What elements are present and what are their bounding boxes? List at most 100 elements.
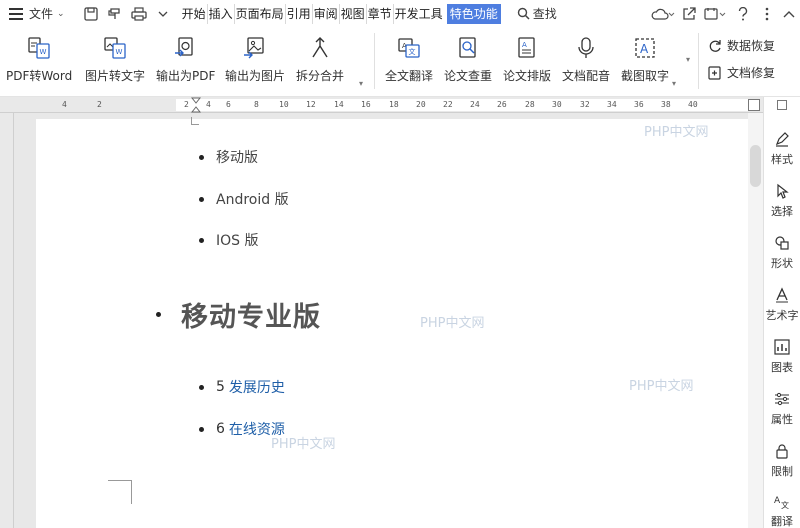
full-translate-button[interactable]: A文 全文翻译 xyxy=(385,35,433,84)
svg-text:文: 文 xyxy=(409,47,416,56)
section-heading[interactable]: 移动专业版 xyxy=(156,295,321,334)
tab-sections[interactable]: 章节 xyxy=(367,3,394,24)
ruler-tick: 4 xyxy=(62,100,67,109)
margin-corner xyxy=(191,117,199,125)
ruler-tick: 34 xyxy=(607,100,617,109)
sidebar-item-chart[interactable]: 图表 xyxy=(764,337,800,375)
tab-developer[interactable]: 开发工具 xyxy=(394,4,444,24)
sidebar-item-label: 样式 xyxy=(771,153,793,166)
ruler-tick: 12 xyxy=(306,100,316,109)
horizontal-ruler[interactable]: 4 2 2 4 6 8 10 12 14 16 18 20 22 24 26 2… xyxy=(0,97,763,113)
search-label: 查找 xyxy=(532,7,557,21)
list-item[interactable]: Android 版 xyxy=(199,189,289,209)
ruler-tick: 32 xyxy=(580,100,590,109)
ruler-tick: 38 xyxy=(661,100,671,109)
paper-layout-button[interactable]: A 论文排版 xyxy=(503,35,551,84)
chart-icon xyxy=(772,337,792,357)
save-icon[interactable] xyxy=(79,2,103,26)
sidebar-item-label: 翻译 xyxy=(771,515,793,528)
svg-text:W: W xyxy=(40,48,47,56)
export-pdf-button[interactable]: 输出为PDF xyxy=(156,35,215,84)
split-merge-icon xyxy=(307,35,333,61)
ruler-tick: 40 xyxy=(688,100,698,109)
svg-text:A: A xyxy=(640,42,649,56)
list-item[interactable]: 移动版 xyxy=(199,147,258,167)
search-button[interactable]: 查找 xyxy=(517,5,557,22)
sidebar-item-shape[interactable]: 形状 xyxy=(764,233,800,271)
link-number: 6 xyxy=(216,421,225,437)
tab-page-layout[interactable]: 页面布局 xyxy=(235,3,286,24)
svg-text:文: 文 xyxy=(781,500,789,509)
help-icon[interactable] xyxy=(730,3,756,25)
pdf-to-word-label: PDF转Word xyxy=(6,69,73,83)
collapse-ribbon-icon[interactable] xyxy=(778,3,800,25)
screenshot-ocr-label: 截图取字 xyxy=(621,69,670,83)
ruler-toggle-icon[interactable] xyxy=(748,99,760,111)
list-item[interactable]: IOS 版 xyxy=(199,230,259,250)
data-recovery-button[interactable]: 数据恢复 xyxy=(708,37,775,54)
sidebar-item-translate[interactable]: A文 翻译 xyxy=(764,491,800,528)
ruler-tick: 4 xyxy=(206,100,211,109)
more-chevron-icon[interactable] xyxy=(151,2,175,26)
sidebar-item-select[interactable]: 选择 xyxy=(764,181,800,219)
pdf-to-word-button[interactable]: W PDF转Word xyxy=(6,35,72,84)
menu-icon[interactable] xyxy=(9,7,23,20)
image-to-text-button[interactable]: W 图片转文字 xyxy=(85,35,145,84)
sidebar-item-style[interactable]: 样式 xyxy=(764,129,800,167)
doc-voice-button[interactable]: 文档配音 xyxy=(562,35,610,84)
sidebar-item-label: 形状 xyxy=(771,257,793,270)
ruler-tick: 28 xyxy=(525,100,535,109)
sidebar-item-wordart[interactable]: 艺术字 xyxy=(764,285,800,323)
chevron-down-icon[interactable]: ⌄ xyxy=(57,9,65,19)
doc-voice-label: 文档配音 xyxy=(562,69,611,83)
indent-marker-icon[interactable] xyxy=(191,97,201,113)
microphone-icon xyxy=(573,35,599,61)
cursor-icon xyxy=(772,181,792,201)
paper-check-button[interactable]: 论文查重 xyxy=(444,35,492,84)
ribbon-group-dropdown-icon[interactable]: ▾ xyxy=(686,55,690,64)
tab-references[interactable]: 引用 xyxy=(286,3,313,24)
translate-icon: A文 xyxy=(772,491,792,511)
heading-text: 移动专业版 xyxy=(181,302,321,333)
image-to-text-icon: W xyxy=(102,35,128,61)
tab-view[interactable]: 视图 xyxy=(340,3,367,24)
quick-access-toolbar xyxy=(79,2,175,26)
pen-icon xyxy=(772,129,792,149)
tab-special-features[interactable]: 特色功能 xyxy=(446,3,501,24)
document-page[interactable]: 移动版 Android 版 IOS 版 移动专业版 5 发展历史 6 在线资源 PH… xyxy=(36,117,748,528)
export-image-button[interactable]: 输出为图片 xyxy=(225,35,285,84)
data-recovery-label: 数据恢复 xyxy=(727,39,776,53)
file-menu[interactable]: 文件 xyxy=(29,5,53,22)
link-item[interactable]: 5 发展历史 xyxy=(199,377,285,397)
doc-repair-button[interactable]: 文档修复 xyxy=(708,64,775,81)
share-icon[interactable] xyxy=(678,3,700,25)
more-options-icon[interactable] xyxy=(756,3,778,25)
tab-insert[interactable]: 插入 xyxy=(208,3,235,24)
export-image-icon xyxy=(242,35,268,61)
screenshot-ocr-dropdown-icon[interactable]: ▾ xyxy=(672,79,676,88)
link-text[interactable]: 发展历史 xyxy=(229,377,285,397)
screenshot-ocr-button[interactable]: A 截图取字 xyxy=(621,35,669,84)
format-painter-icon[interactable] xyxy=(103,2,127,26)
tab-home[interactable]: 开始 xyxy=(181,3,208,24)
export-image-label: 输出为图片 xyxy=(225,69,286,83)
margin-corner xyxy=(108,480,132,504)
collaborate-icon[interactable] xyxy=(700,3,730,25)
image-to-text-label: 图片转文字 xyxy=(85,69,146,83)
split-merge-dropdown-icon[interactable]: ▾ xyxy=(359,79,363,88)
sidebar-collapse-icon[interactable] xyxy=(764,97,800,113)
ribbon-divider xyxy=(374,33,375,89)
watermark: PHP中文网 xyxy=(644,125,709,140)
ribbon-toolbar: W PDF转Word W 图片转文字 输出为PDF 输出为图片 拆分合并 ▾ A… xyxy=(0,27,800,97)
vertical-ruler[interactable] xyxy=(0,113,14,528)
scrollbar-thumb[interactable] xyxy=(750,145,761,187)
split-merge-button[interactable]: 拆分合并 xyxy=(296,35,344,84)
vertical-scrollbar[interactable] xyxy=(748,113,763,528)
sidebar-item-restrict[interactable]: 限制 xyxy=(764,441,800,479)
sidebar-item-properties[interactable]: 属性 xyxy=(764,389,800,427)
svg-text:A: A xyxy=(522,41,527,49)
cloud-sync-icon[interactable] xyxy=(648,3,678,25)
print-icon[interactable] xyxy=(127,2,151,26)
tab-review[interactable]: 审阅 xyxy=(313,3,340,24)
screenshot-ocr-icon: A xyxy=(632,35,658,61)
